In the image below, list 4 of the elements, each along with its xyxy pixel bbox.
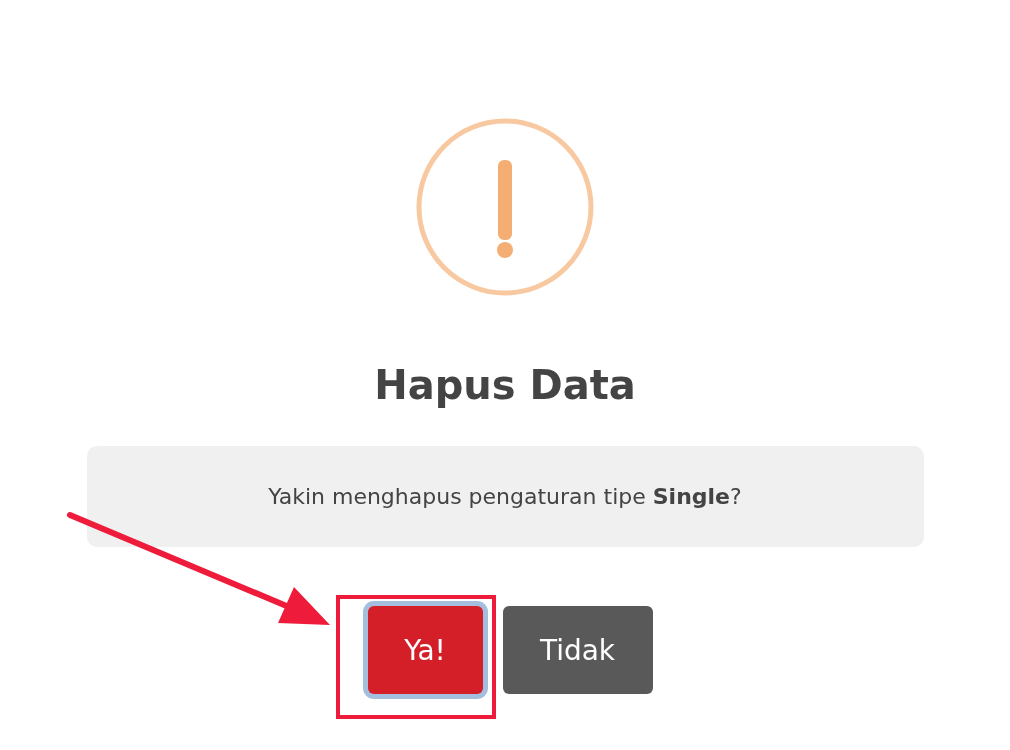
warning-icon xyxy=(416,118,594,296)
dialog-title: Hapus Data xyxy=(374,362,636,408)
dialog-message: Yakin menghapus pengaturan tipe Single? xyxy=(268,484,742,509)
cancel-button[interactable]: Tidak xyxy=(502,606,653,694)
